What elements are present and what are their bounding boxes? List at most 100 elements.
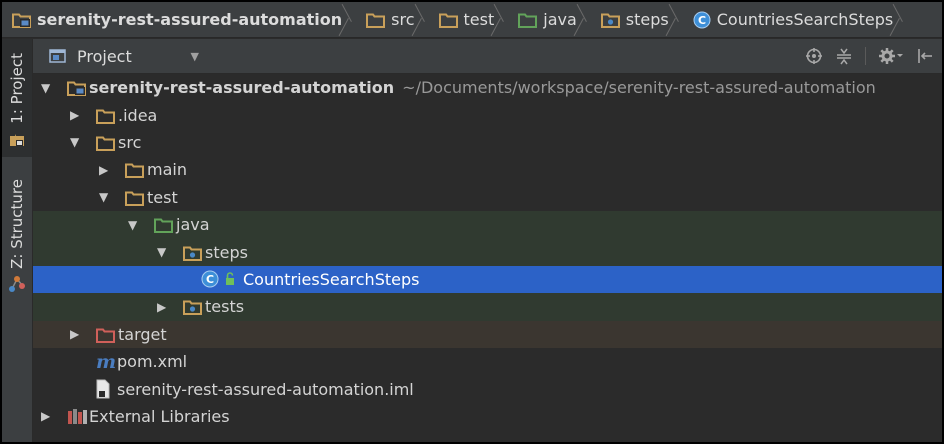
settings-icon[interactable] — [878, 47, 904, 65]
tree-item-label: steps — [205, 243, 248, 262]
expanded-arrow-icon[interactable]: ▼ — [41, 82, 53, 94]
tree-item-tests[interactable]: ▶ tests — [33, 293, 942, 321]
tree-item-src[interactable]: ▼ src — [33, 129, 942, 156]
tree-item-name: main — [147, 160, 187, 180]
tree-item-idea[interactable]: ▶ .idea — [33, 101, 942, 128]
tree-item-name: serenity-rest-assured-automation.iml — [117, 379, 414, 399]
panel-toolbar — [805, 39, 934, 73]
collapsed-arrow-icon[interactable]: ▶ — [41, 410, 53, 422]
iml-file-icon — [95, 379, 111, 399]
breadcrumb-separator — [421, 2, 431, 38]
tree-item-name: target — [118, 324, 167, 344]
breadcrumb-serenity-rest-assured-automation[interactable]: serenity-rest-assured-automation — [12, 2, 348, 38]
tree-item-test[interactable]: ▼ test — [33, 184, 942, 211]
expanded-arrow-icon[interactable]: ▼ — [70, 136, 82, 148]
tree-item-label: serenity-rest-assured-automation ~/Docume… — [89, 78, 876, 97]
svg-text:m: m — [96, 353, 116, 371]
chevron-down-icon: ▼ — [190, 49, 199, 63]
tree-item-pom-xml[interactable]: m pom.xml — [33, 348, 942, 375]
svg-text:C: C — [698, 14, 706, 27]
class-icon: C — [693, 11, 711, 29]
package-icon — [600, 11, 620, 28]
collapsed-arrow-icon[interactable]: ▶ — [70, 109, 82, 121]
tree-item-label: .idea — [118, 106, 157, 125]
tree-item-java[interactable]: ▼ java — [33, 211, 942, 239]
module-folder-icon — [67, 79, 86, 97]
tree-item-label: tests — [205, 297, 244, 316]
tree-item-label: pom.xml — [117, 352, 187, 371]
folder-icon — [366, 11, 386, 28]
breadcrumb-separator — [675, 2, 685, 38]
tree-item-name: CountriesSearchSteps — [243, 269, 420, 289]
structure-icon — [9, 275, 25, 292]
collapsed-arrow-icon[interactable]: ▶ — [157, 301, 169, 313]
tree-item-name: test — [147, 187, 178, 207]
tree-item-target[interactable]: ▶ target — [33, 320, 942, 348]
expanded-arrow-icon[interactable]: ▼ — [157, 246, 169, 258]
tab-structure[interactable]: Z: Structure — [2, 179, 32, 309]
project-tree: ▼ serenity-rest-assured-automation ~/Docum… — [33, 74, 942, 442]
tree-item-serenity-rest-assured-automation-iml[interactable]: serenity-rest-assured-automation.iml — [33, 375, 942, 402]
breadcrumb-label: serenity-rest-assured-automation — [37, 10, 343, 29]
tree-item-label: test — [147, 188, 178, 207]
breadcrumb-label: CountriesSearchSteps — [716, 10, 894, 29]
tree-item-label: serenity-rest-assured-automation.iml — [117, 380, 414, 399]
breadcrumb-label: java — [543, 10, 577, 29]
collapsed-arrow-icon[interactable]: ▶ — [70, 328, 82, 340]
locate-icon[interactable] — [805, 47, 823, 65]
project-folder-icon — [10, 133, 24, 146]
test-source-folder-icon — [154, 216, 173, 234]
tree-item-countriessearchsteps[interactable]: C CountriesSearchSteps — [33, 265, 942, 294]
folder-icon — [96, 107, 115, 124]
tree-item-name: serenity-rest-assured-automation — [89, 78, 395, 98]
tree-item-name: steps — [205, 242, 248, 262]
panel-title: Project — [77, 46, 132, 66]
tree-item-name: .idea — [118, 105, 158, 125]
tree-item-name: src — [118, 132, 142, 152]
class-icon: C — [201, 270, 241, 288]
breadcrumb-separator — [899, 2, 909, 38]
project-panel-header: Project ▼ — [33, 39, 942, 74]
tree-item-label: main — [147, 160, 187, 179]
tree-item-name: java — [176, 215, 210, 235]
tab-structure-label: Z: Structure — [8, 179, 26, 269]
breadcrumb-java[interactable]: java — [518, 2, 583, 38]
test-source-folder-icon — [518, 11, 538, 28]
module-folder-icon — [12, 11, 31, 28]
hide-icon[interactable] — [916, 47, 934, 65]
tab-project-label: 1: Project — [8, 53, 26, 124]
collapsed-arrow-icon[interactable]: ▶ — [99, 164, 111, 176]
tool-window-strip: 1: Project Z: Structure — [2, 39, 33, 442]
tree-item-label: CountriesSearchSteps — [243, 270, 419, 289]
tree-item-main[interactable]: ▶ main — [33, 156, 942, 183]
expanded-arrow-icon[interactable]: ▼ — [99, 191, 111, 203]
breadcrumb-label: src — [391, 10, 415, 29]
breadcrumb-separator — [348, 2, 358, 38]
excluded-folder-icon — [96, 326, 115, 343]
tab-project[interactable]: 1: Project — [2, 39, 32, 157]
tree-item-label: External Libraries — [89, 407, 230, 426]
folder-icon — [125, 161, 144, 179]
collapse-all-icon[interactable] — [835, 47, 853, 65]
tree-item-label: java — [176, 215, 210, 234]
ide-window: serenity-rest-assured-automation src test j… — [2, 2, 942, 442]
tree-item-serenity-rest-assured-automation[interactable]: ▼ serenity-rest-assured-automation ~/Docum… — [33, 74, 942, 101]
breadcrumb-countriessearchsteps[interactable]: C CountriesSearchSteps — [693, 2, 899, 38]
maven-icon: m — [95, 353, 117, 371]
breadcrumb-label: test — [463, 10, 495, 29]
tree-item-label: target — [118, 325, 167, 344]
breadcrumb-separator — [500, 2, 510, 38]
folder-icon — [96, 134, 115, 151]
tree-item-steps[interactable]: ▼ steps — [33, 238, 942, 266]
tree-item-name: External Libraries — [89, 406, 230, 426]
project-view-icon — [49, 49, 66, 63]
breadcrumb-steps[interactable]: steps — [600, 2, 675, 38]
svg-text:C: C — [206, 273, 214, 286]
module-path: ~/Documents/workspace/serenity-rest-assu… — [402, 78, 876, 98]
navigation-bar: serenity-rest-assured-automation src test j… — [2, 2, 942, 38]
view-selector[interactable]: Project ▼ — [49, 47, 199, 66]
package-icon — [183, 244, 202, 261]
tree-item-external-libraries[interactable]: ▶ External Libraries — [33, 403, 942, 430]
expanded-arrow-icon[interactable]: ▼ — [128, 219, 140, 231]
package-icon — [183, 298, 202, 316]
